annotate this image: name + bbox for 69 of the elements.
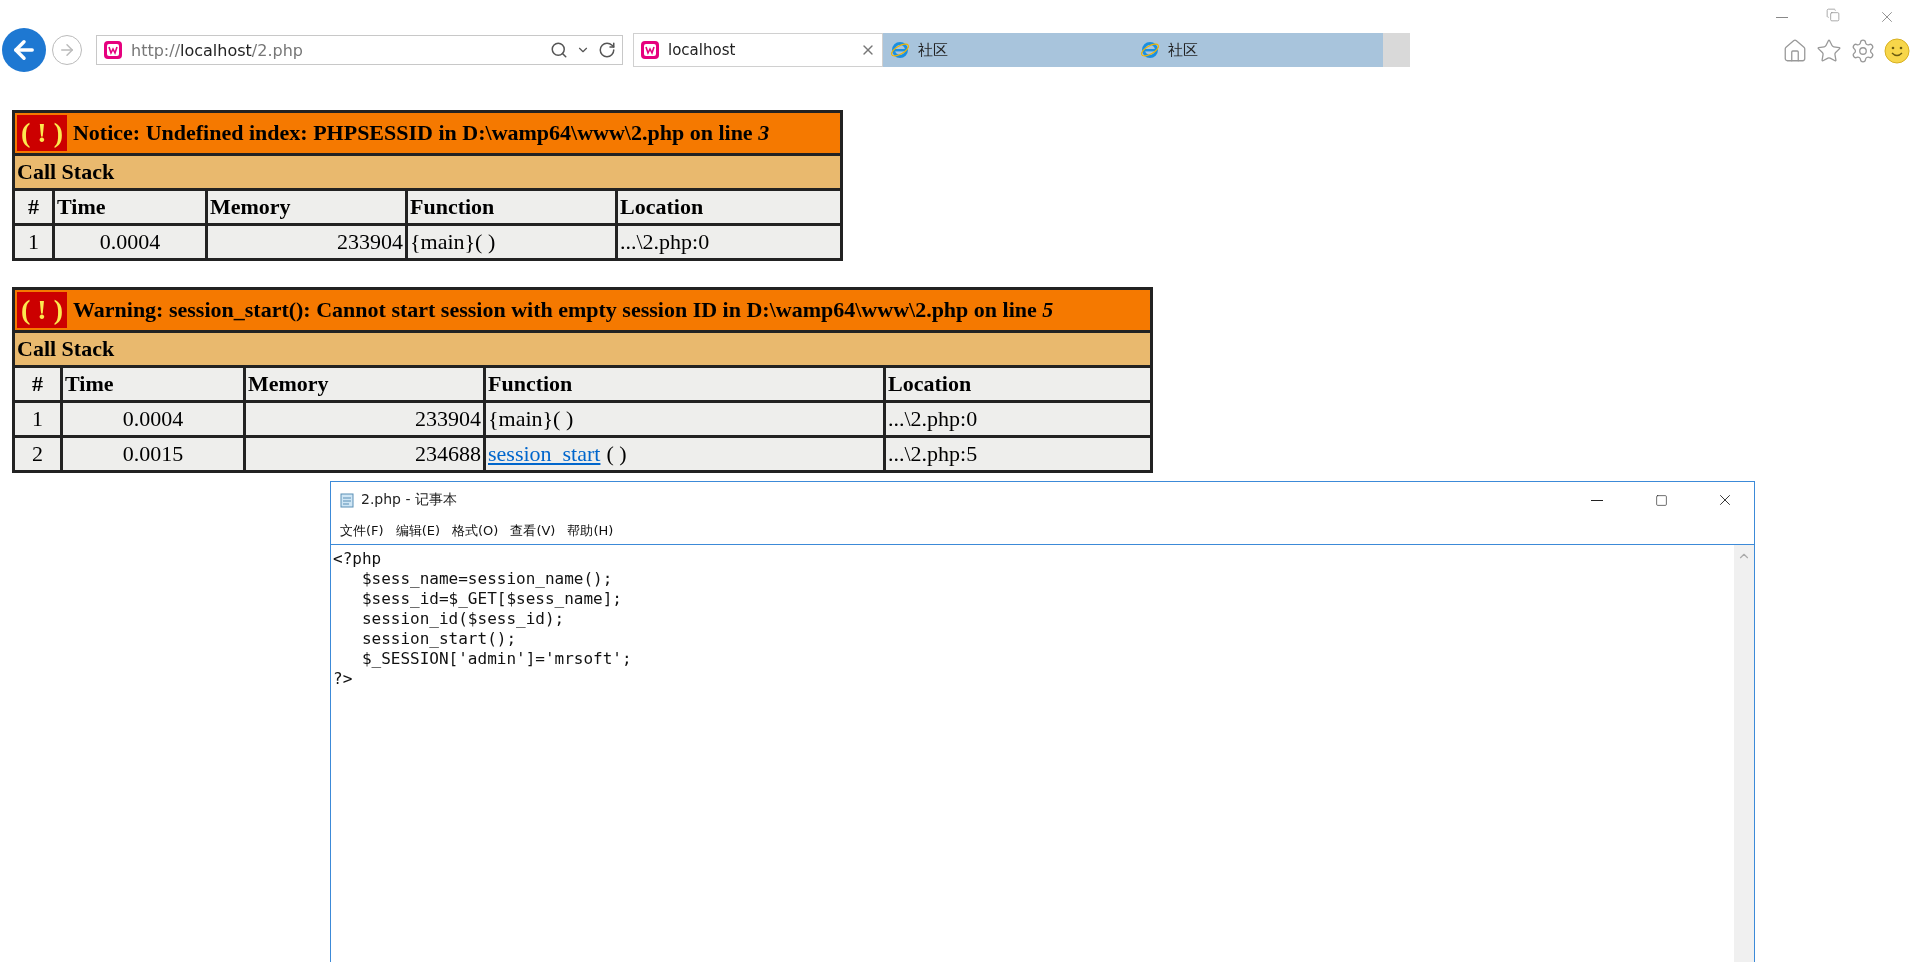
browser-icon — [1140, 40, 1160, 60]
notepad-icon — [339, 492, 355, 508]
menu-item[interactable]: 查看(V) — [505, 520, 561, 542]
table-cell: 233904 — [244, 401, 485, 437]
function-link[interactable]: session_start — [488, 441, 601, 466]
text-area[interactable]: <?php $sess_name=session_name(); $sess_id=$_GET[$sess_name]; session_id($sess_id); session_start(); $_SESSION['admin']='mrsoft'; ?> — [331, 545, 1734, 962]
menu-item[interactable]: 文件(F) — [335, 520, 389, 542]
refresh-icon[interactable] — [598, 41, 616, 59]
warning-badge: ( ! ) — [17, 292, 67, 328]
function-args: ( ) — [606, 441, 627, 466]
call-stack-title: Call Stack — [13, 154, 842, 190]
code-line: session_start(); — [360, 629, 517, 649]
minimize-icon[interactable] — [1776, 16, 1788, 18]
home-icon[interactable] — [1782, 38, 1808, 64]
code-line: $sess_name=session_name(); — [360, 569, 613, 589]
column-header: # — [13, 189, 54, 225]
menu-item[interactable]: 帮助(H) — [562, 520, 619, 542]
table-cell: 234688 — [244, 436, 485, 472]
table-cell: 233904 — [206, 224, 407, 260]
smiley-icon[interactable] — [1884, 38, 1910, 64]
column-header: Memory — [206, 189, 407, 225]
table-cell: 0.0004 — [61, 401, 245, 437]
table-cell: 0.0004 — [53, 224, 207, 260]
column-header: Time — [53, 189, 207, 225]
column-header: Time — [61, 366, 245, 402]
notice-badge: ( ! ) — [17, 115, 67, 151]
table-cell: {main}( ) — [406, 224, 617, 260]
table-cell: {main}( ) — [484, 401, 885, 437]
browser-tab[interactable]: 社区 — [1133, 33, 1383, 67]
table-cell: 0.0015 — [61, 436, 245, 472]
site-icon — [640, 40, 660, 60]
search-icon[interactable] — [550, 41, 568, 59]
settings-icon[interactable] — [1850, 38, 1876, 64]
error-message: Warning: session_start(): Cannot start session with empty session ID in D:\wamp64\www\2.php on line 5 — [73, 297, 1054, 322]
browser-tab[interactable]: 社区 — [883, 33, 1133, 67]
forward-arrow-icon — [58, 41, 76, 59]
column-header: Location — [616, 189, 842, 225]
table-cell: 1 — [13, 401, 62, 437]
call-stack-title: Call Stack — [13, 331, 1152, 367]
browser-tab[interactable]: localhost — [633, 33, 883, 67]
code-line: $_SESSION['admin']='mrsoft'; — [360, 649, 632, 669]
favorites-icon[interactable] — [1816, 38, 1842, 64]
minimize-icon — [1591, 499, 1603, 501]
menu-item[interactable]: 格式(O) — [447, 520, 504, 542]
maximize-icon — [1654, 493, 1668, 507]
column-header: Location — [884, 366, 1152, 402]
scrollbar[interactable] — [1734, 545, 1754, 962]
site-icon — [103, 40, 123, 60]
column-header: Function — [406, 189, 617, 225]
table-cell: ...\2.php:0 — [616, 224, 842, 260]
code-line: ?> — [333, 669, 353, 689]
code-line: $sess_id=$_GET[$sess_name]; — [360, 589, 622, 609]
window-title: 2.php - 记事本 — [361, 491, 458, 509]
code-line: session_id($sess_id); — [360, 609, 565, 629]
menu-item[interactable]: 编辑(E) — [390, 520, 445, 542]
back-button[interactable] — [2, 28, 46, 72]
error-message: Notice: Undefined index: PHPSESSID in D:\wamp64\www\2.php on line 3 — [73, 120, 770, 145]
address-bar[interactable]: http://localhost/2.php — [96, 35, 623, 65]
table-cell: 2 — [13, 436, 62, 472]
restore-icon[interactable] — [1826, 8, 1840, 22]
column-header: Function — [484, 366, 885, 402]
code-line: <?php — [333, 549, 382, 569]
column-header: Memory — [244, 366, 485, 402]
column-header: # — [13, 366, 62, 402]
table-cell: 1 — [13, 224, 54, 260]
url-text: http://localhost/2.php — [131, 40, 304, 60]
table-cell: ...\2.php:0 — [884, 401, 1152, 437]
table-cell: ...\2.php:5 — [884, 436, 1152, 472]
browser-icon — [890, 40, 910, 60]
